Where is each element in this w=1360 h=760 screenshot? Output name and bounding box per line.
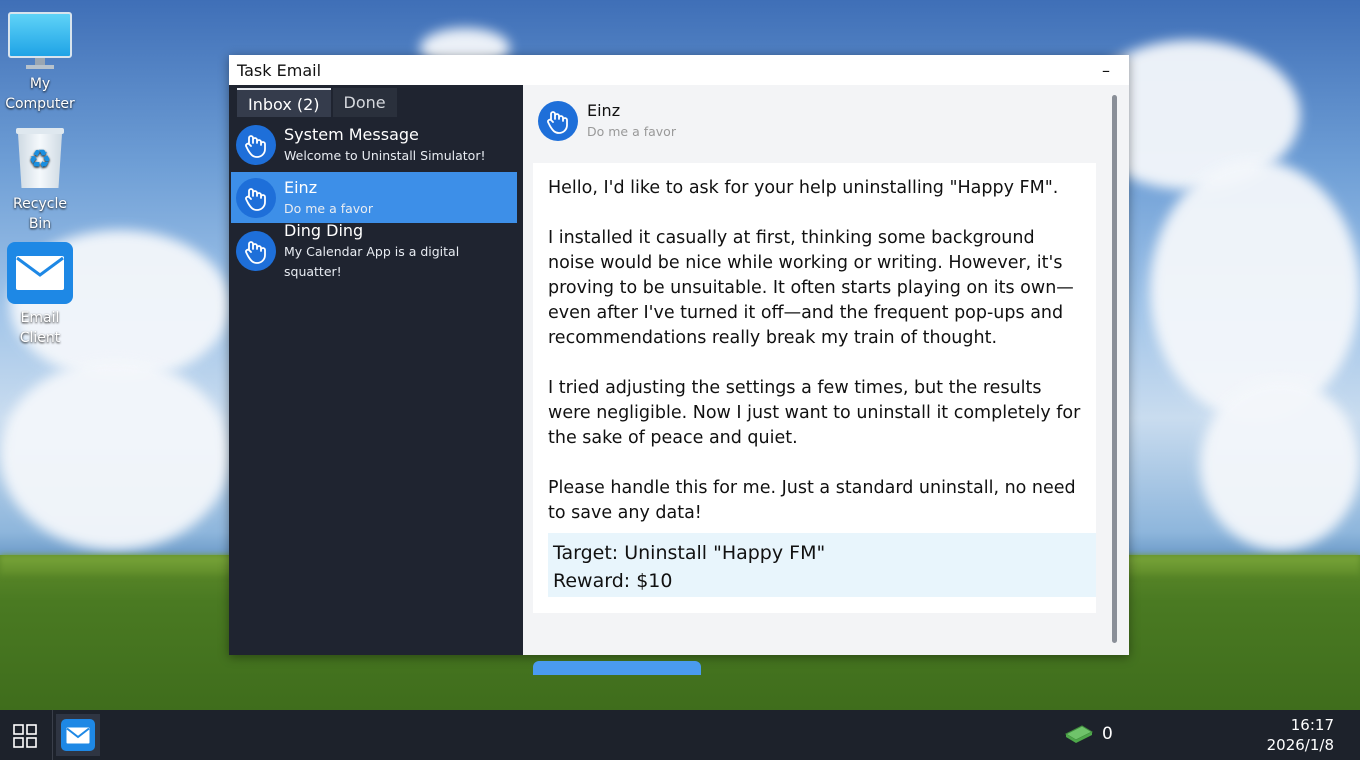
message-sender: Einz — [587, 101, 621, 120]
message-paragraph: I installed it casually at first, thinki… — [548, 228, 1074, 348]
task-summary-box: Target: Uninstall "Happy FM" Reward: $10 — [548, 533, 1096, 597]
recycle-bin-shortcut[interactable]: ♻ Recycle Bin — [0, 128, 80, 234]
mail-from: Ding Ding — [284, 220, 364, 240]
hand-pointer-icon — [236, 177, 276, 218]
hand-pointer-icon — [538, 101, 578, 141]
taskbar: 0 16:17 2026/1/8 — [0, 710, 1360, 760]
task-target: Target: Uninstall "Happy FM" — [553, 542, 826, 564]
hand-pointer-icon — [236, 124, 276, 165]
message-paragraph: I tried adjusting the settings a few tim… — [548, 378, 1081, 448]
task-reward: Reward: $10 — [553, 570, 673, 592]
message-header: Einz Do me a favor — [538, 100, 676, 142]
task-email-window: Task Email – Inbox (2) Done System Messa… — [229, 55, 1129, 675]
accept-task-button[interactable] — [533, 661, 701, 675]
clock[interactable]: 16:17 2026/1/8 — [1267, 715, 1334, 755]
hand-pointer-icon — [236, 230, 276, 271]
my-computer-shortcut[interactable]: My Computer — [0, 12, 80, 114]
taskbar-email-app[interactable] — [56, 714, 100, 756]
cash-icon — [1064, 724, 1094, 744]
mail-tabs: Inbox (2) Done — [229, 85, 523, 117]
mail-from: Einz — [284, 177, 318, 197]
message-paragraph: Please handle this for me. Just a standa… — [548, 478, 1076, 523]
tab-inbox[interactable]: Inbox (2) — [237, 88, 331, 117]
clock-time: 16:17 — [1290, 716, 1334, 734]
email-client-label: Email Client — [19, 310, 61, 346]
email-client-shortcut[interactable]: Email Client — [0, 242, 80, 348]
monitor-icon — [6, 12, 74, 70]
start-grid-icon[interactable] — [12, 723, 38, 749]
minimize-button[interactable]: – — [1091, 61, 1121, 80]
window-title: Task Email — [237, 60, 322, 80]
message-body: Hello, I'd like to ask for your help uni… — [533, 163, 1096, 613]
money-value: 0 — [1102, 724, 1113, 744]
taskbar-separator — [52, 710, 53, 760]
mail-subject: Do me a favor — [284, 200, 373, 216]
envelope-icon — [7, 242, 73, 304]
window-titlebar[interactable]: Task Email – — [229, 55, 1129, 85]
mail-sidebar: Inbox (2) Done System Message Welcome to… — [229, 85, 523, 655]
clock-date: 2026/1/8 — [1266, 736, 1334, 754]
message-scrollbar[interactable] — [1112, 95, 1117, 643]
tab-done[interactable]: Done — [332, 88, 397, 117]
mail-subject: My Calendar App is a digital squatter! — [284, 243, 460, 279]
mail-from: System Message — [284, 124, 419, 144]
recycle-bin-icon: ♻ — [12, 128, 68, 190]
message-paragraph: Hello, I'd like to ask for your help uni… — [548, 178, 1059, 198]
money-counter: 0 — [1064, 724, 1113, 744]
mail-item-system-message[interactable]: System Message Welcome to Uninstall Simu… — [231, 119, 517, 170]
mail-item-ding-ding[interactable]: Ding Ding My Calendar App is a digital s… — [231, 221, 517, 279]
mail-item-einz[interactable]: Einz Do me a favor — [231, 172, 517, 223]
mail-subject: Welcome to Uninstall Simulator! — [284, 147, 486, 163]
message-pane[interactable]: Einz Do me a favor Hello, I'd like to as… — [523, 85, 1129, 675]
recycle-bin-label: Recycle Bin — [13, 196, 67, 232]
envelope-icon — [61, 719, 95, 751]
message-subject: Do me a favor — [587, 124, 676, 139]
my-computer-label: My Computer — [5, 76, 75, 112]
